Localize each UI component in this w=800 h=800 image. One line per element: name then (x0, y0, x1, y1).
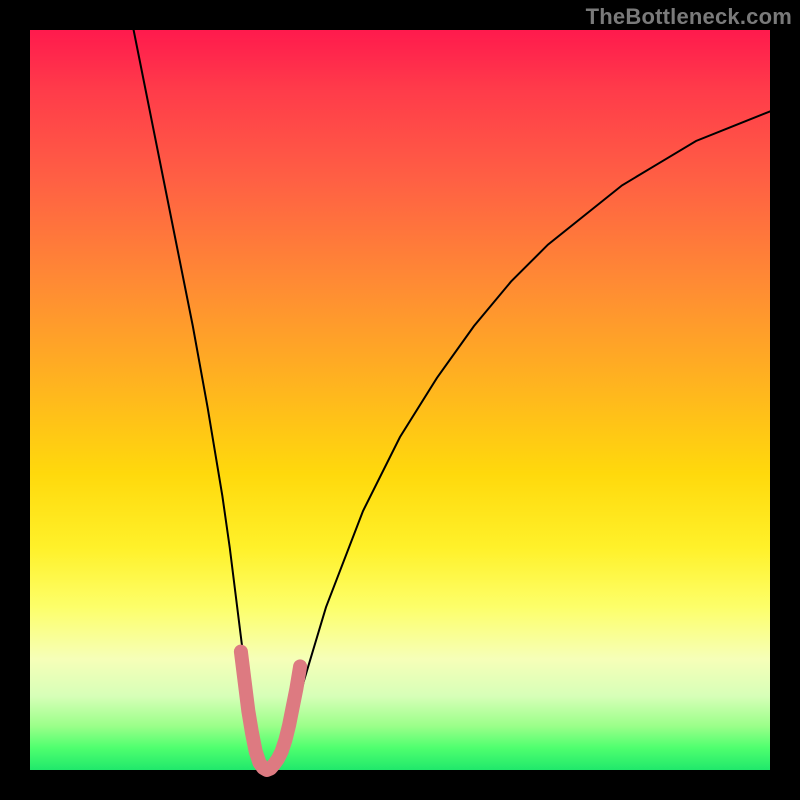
trough-marker-line (241, 652, 300, 770)
bottleneck-curve-line (134, 30, 770, 770)
plot-area (30, 30, 770, 770)
watermark-label: TheBottleneck.com (586, 4, 792, 30)
chart-frame: TheBottleneck.com (0, 0, 800, 800)
chart-svg (30, 30, 770, 770)
